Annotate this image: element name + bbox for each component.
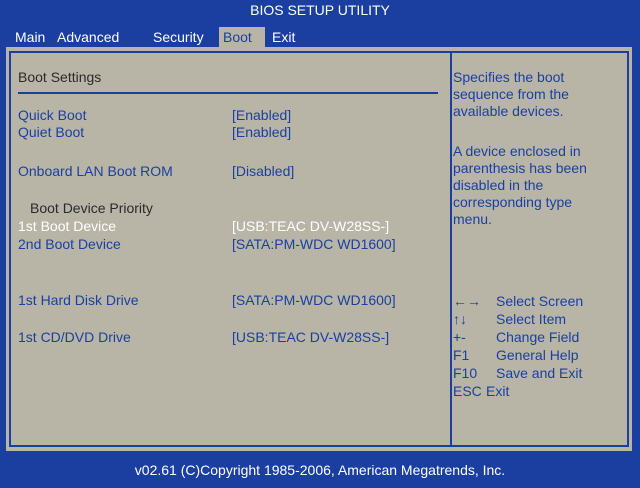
- key-desc: Select Screen: [496, 293, 584, 309]
- key-f1: F1: [453, 347, 470, 363]
- hard-disk-1-value[interactable]: [SATA:PM-WDC WD1600]: [232, 291, 396, 309]
- key-plus-minus: +-: [453, 329, 466, 345]
- boot-device-1-label[interactable]: 1st Boot Device: [18, 217, 116, 235]
- tab-advanced[interactable]: Advanced: [57, 27, 119, 47]
- tab-main[interactable]: Main: [15, 27, 45, 47]
- key-desc: General Help: [496, 347, 579, 363]
- help-divider: [450, 51, 452, 447]
- key-desc: Save and Exit: [496, 365, 583, 381]
- help-text-1: Specifies the boot sequence from the ava…: [453, 69, 569, 119]
- section-heading: Boot Settings: [18, 69, 102, 85]
- key-desc: Select Item: [496, 311, 567, 327]
- arrow-up-down-icon: ↑↓: [453, 311, 467, 327]
- main-panel: Boot Settings Quick Boot [Enabled] Quiet…: [6, 47, 632, 451]
- boot-device-2-value[interactable]: [SATA:PM-WDC WD1600]: [232, 235, 396, 253]
- cd-dvd-1-label[interactable]: 1st CD/DVD Drive: [18, 328, 131, 346]
- footer-copyright: v02.61 (C)Copyright 1985-2006, American …: [134, 462, 506, 478]
- lan-boot-value[interactable]: [Disabled]: [232, 162, 294, 180]
- quiet-boot-label[interactable]: Quiet Boot: [18, 123, 84, 141]
- tab-security[interactable]: Security: [153, 27, 204, 47]
- heading-underline: [18, 92, 438, 94]
- arrow-left-right-icon: ←→: [453, 293, 481, 309]
- key-esc: ESC: [453, 383, 482, 399]
- window-title: BIOS SETUP UTILITY: [250, 2, 390, 18]
- key-f10: F10: [453, 365, 478, 381]
- help-text-2: A device enclosed in parenthesis has bee…: [453, 143, 587, 227]
- tab-boot[interactable]: Boot: [219, 27, 265, 47]
- key-desc: Change Field: [496, 329, 580, 345]
- cd-dvd-1-value[interactable]: [USB:TEAC DV-W28SS-]: [232, 328, 389, 346]
- quick-boot-label[interactable]: Quick Boot: [18, 106, 86, 124]
- boot-device-2-label[interactable]: 2nd Boot Device: [18, 235, 121, 253]
- quick-boot-value[interactable]: [Enabled]: [232, 106, 291, 124]
- tab-exit[interactable]: Exit: [272, 27, 295, 47]
- boot-priority-heading: Boot Device Priority: [30, 200, 153, 216]
- hard-disk-1-label[interactable]: 1st Hard Disk Drive: [18, 291, 139, 309]
- lan-boot-label[interactable]: Onboard LAN Boot ROM: [18, 162, 173, 180]
- quiet-boot-value[interactable]: [Enabled]: [232, 123, 291, 141]
- boot-device-1-value[interactable]: [USB:TEAC DV-W28SS-]: [232, 217, 389, 235]
- menu-bar: Main Advanced Security Boot Exit: [0, 27, 640, 47]
- key-desc: Exit: [486, 383, 510, 399]
